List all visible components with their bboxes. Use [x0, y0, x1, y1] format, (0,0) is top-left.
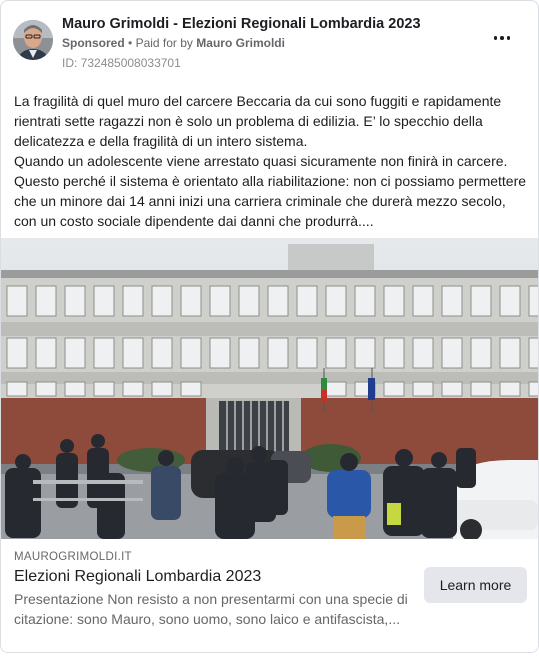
- building-window: [354, 337, 376, 369]
- ad-header: Mauro Grimoldi - Elezioni Regionali Lomb…: [13, 14, 526, 74]
- building-window: [93, 381, 115, 397]
- body-paragraph: Quando un adolescente viene arrestato qu…: [14, 153, 527, 229]
- building-window: [528, 285, 538, 317]
- building-window: [122, 337, 144, 369]
- building-window: [267, 337, 289, 369]
- building-window: [122, 381, 144, 397]
- building-window: [209, 285, 231, 317]
- building-window: [64, 337, 86, 369]
- building-window: [383, 381, 405, 397]
- building-window: [296, 285, 318, 317]
- building-window: [383, 337, 405, 369]
- sponsored-line: Sponsored • Paid for by Mauro Grimoldi: [62, 36, 285, 50]
- building-window: [151, 337, 173, 369]
- building-window: [528, 337, 538, 369]
- building-window: [6, 337, 28, 369]
- building-window: [325, 337, 347, 369]
- sponsored-label: Sponsored: [62, 36, 125, 50]
- building-window: [180, 381, 202, 397]
- learn-more-button[interactable]: Learn more: [424, 567, 527, 603]
- building-window: [93, 285, 115, 317]
- building-window: [180, 337, 202, 369]
- building-window: [6, 285, 28, 317]
- building-window: [412, 337, 434, 369]
- link-domain: MAUROGRIMOLDI.IT: [14, 551, 132, 563]
- ad-image[interactable]: [1, 238, 538, 539]
- ad-body-text: La fragilità di quel muro del carcere Be…: [14, 91, 530, 231]
- building-window: [35, 381, 57, 397]
- link-title[interactable]: Elezioni Regionali Lombardia 2023: [14, 568, 261, 586]
- separator: •: [128, 36, 133, 50]
- building-window: [354, 285, 376, 317]
- building-window: [238, 337, 260, 369]
- building-window: [499, 337, 521, 369]
- building-window: [441, 285, 463, 317]
- building-window: [93, 337, 115, 369]
- building-window: [499, 381, 521, 397]
- building-window: [64, 381, 86, 397]
- building-window: [35, 337, 57, 369]
- advertiser-name[interactable]: Mauro Grimoldi - Elezioni Regionali Lomb…: [62, 16, 421, 32]
- body-paragraph: La fragilità di quel muro del carcere Be…: [14, 93, 502, 149]
- building-window: [296, 337, 318, 369]
- building-window: [180, 285, 202, 317]
- building-window: [470, 285, 492, 317]
- building-window: [412, 285, 434, 317]
- building-window: [151, 285, 173, 317]
- building-window: [238, 285, 260, 317]
- building-window: [528, 381, 538, 397]
- advertiser-avatar[interactable]: [13, 20, 53, 60]
- building-window: [441, 337, 463, 369]
- link-description: Presentazione Non resisto a non presenta…: [14, 591, 408, 627]
- building-window: [64, 285, 86, 317]
- building-window: [6, 381, 28, 397]
- building-window: [412, 381, 434, 397]
- link-preview[interactable]: MAUROGRIMOLDI.IT Elezioni Regionali Lomb…: [1, 539, 538, 652]
- building-window: [35, 285, 57, 317]
- ad-id: ID: 732485008033701: [62, 56, 181, 70]
- building-window: [441, 381, 463, 397]
- ad-card: Mauro Grimoldi - Elezioni Regionali Lomb…: [0, 0, 539, 653]
- building-window: [325, 381, 347, 397]
- building-window: [470, 337, 492, 369]
- building-window: [499, 285, 521, 317]
- paid-for-prefix: Paid for by: [135, 36, 193, 50]
- building-window: [470, 381, 492, 397]
- building-window: [267, 285, 289, 317]
- paid-for-name[interactable]: Mauro Grimoldi: [196, 36, 285, 50]
- building-window: [383, 285, 405, 317]
- building-window: [122, 285, 144, 317]
- more-horizontal-icon[interactable]: [490, 30, 514, 46]
- building-window: [209, 337, 231, 369]
- building-window: [325, 285, 347, 317]
- building-window: [151, 381, 173, 397]
